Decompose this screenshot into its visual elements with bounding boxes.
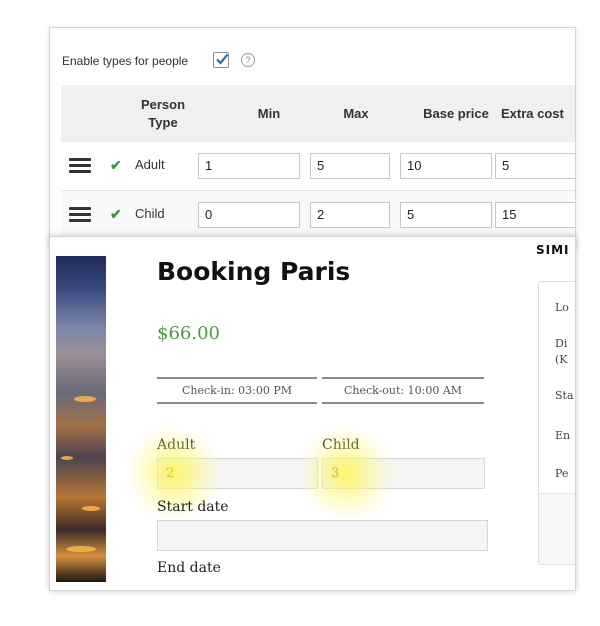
checkmark-icon: ✔: [110, 206, 122, 222]
sidebar-item: Lo: [555, 301, 569, 314]
base-price-input[interactable]: 10: [400, 153, 492, 179]
sidebar-footer: [539, 493, 575, 564]
max-input[interactable]: 5: [310, 153, 390, 179]
column-max: Max: [343, 105, 369, 121]
help-icon[interactable]: ?: [241, 53, 255, 67]
min-input[interactable]: 1: [198, 153, 300, 179]
checkout-time: Check-out: 10:00 AM: [322, 377, 484, 404]
column-base-price: Base price: [423, 105, 489, 121]
person-type-label: Child: [135, 206, 165, 221]
table-row: ✔ Child 0 2 5 15: [61, 191, 575, 240]
sidebar-title: SIMI: [536, 243, 570, 257]
max-input[interactable]: 2: [310, 202, 390, 228]
drag-handle-icon[interactable]: [69, 158, 91, 174]
table-row: ✔ Adult 1 5 10 5: [61, 142, 575, 191]
person-types-settings-panel: Enable types for people ? Person Type Mi…: [49, 27, 576, 249]
min-input[interactable]: 0: [198, 202, 300, 228]
sidebar-item: Di: [555, 337, 568, 350]
adult-input[interactable]: 2: [157, 458, 318, 489]
sidebar-details-box: Lo Di (K Sta En Pe: [538, 281, 575, 565]
drag-handle-icon[interactable]: [69, 207, 91, 223]
sidebar-item: En: [555, 429, 571, 442]
price-label: $66.00: [157, 323, 220, 344]
checkmark-icon: ✔: [110, 157, 122, 173]
child-input[interactable]: 3: [322, 458, 485, 489]
paris-city-photo: [56, 256, 106, 582]
sidebar-item: (K: [555, 353, 568, 366]
enable-types-label: Enable types for people: [62, 54, 189, 68]
person-types-table: Person Type Min Max Base price Extra cos…: [61, 85, 575, 240]
sidebar-item: Sta: [555, 389, 574, 402]
adult-label: Adult: [157, 437, 196, 453]
start-date-label: Start date: [157, 499, 229, 515]
base-price-input[interactable]: 5: [400, 202, 492, 228]
end-date-label: End date: [157, 560, 221, 576]
column-min: Min: [257, 105, 281, 121]
enable-types-checkbox[interactable]: [213, 52, 229, 68]
table-header: Person Type Min Max Base price Extra cos…: [61, 85, 575, 142]
checkmark-icon: [216, 53, 229, 65]
child-label: Child: [322, 437, 360, 453]
extra-cost-input[interactable]: 5: [495, 153, 575, 179]
checkin-time: Check-in: 03:00 PM: [157, 377, 317, 404]
extra-cost-input[interactable]: 15: [495, 202, 575, 228]
column-person-type: Person Type: [140, 96, 186, 130]
column-extra-cost: Extra cost: [501, 105, 564, 121]
sidebar-item: Pe: [555, 467, 569, 480]
start-date-input[interactable]: [157, 520, 488, 551]
person-type-label: Adult: [135, 157, 165, 172]
page-title: Booking Paris: [157, 257, 351, 286]
booking-form-panel: Booking Paris $66.00 Check-in: 03:00 PM …: [49, 236, 576, 591]
